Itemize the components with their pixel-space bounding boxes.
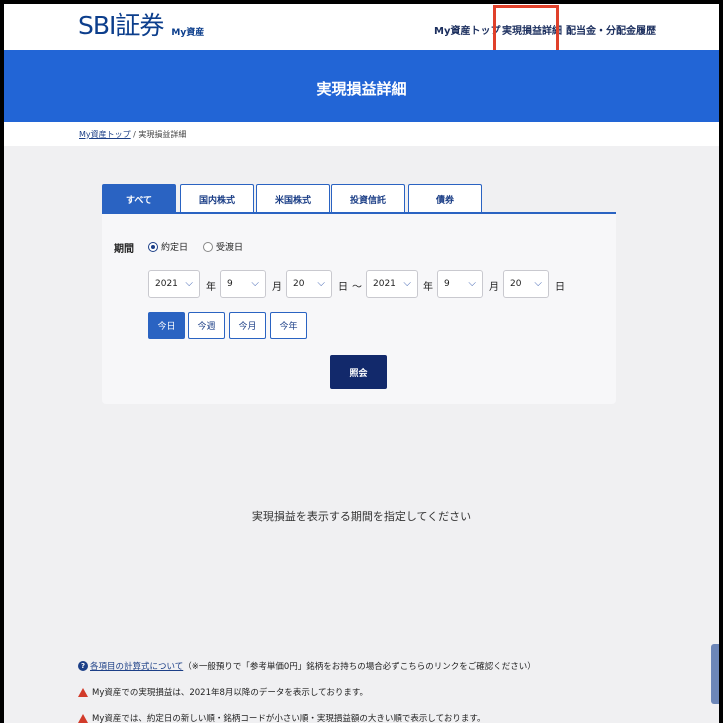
tab-bonds[interactable]: 債券 (408, 184, 482, 214)
from-month-select[interactable]: 9 ⌵ (220, 270, 266, 298)
quick-this-year-button[interactable]: 今年 (270, 312, 307, 339)
chevron-down-icon: ⌵ (317, 278, 325, 289)
page-title: 実現損益詳細 (316, 80, 407, 98)
note-warning-2: My資産では、約定日の新しい順・銘柄コードが小さい順・実現損益額の大きい順で表示… (78, 712, 486, 723)
chevron-down-icon: ⌵ (403, 278, 411, 289)
from-day-value: 20 (293, 279, 305, 289)
from-year-value: 2021 (155, 279, 178, 289)
nav-highlight-box (493, 5, 559, 55)
empty-message: 実現損益を表示する期間を指定してください (251, 510, 472, 523)
tab-domestic-stocks[interactable]: 国内株式 (180, 184, 254, 214)
to-month-value: 9 (444, 279, 450, 289)
quick-this-week-button[interactable]: 今週 (188, 312, 225, 339)
unit-year: 年 (423, 282, 433, 293)
side-widget-tab[interactable] (711, 644, 719, 704)
nav-dividend-history[interactable]: 配当金・分配金履歴 (566, 22, 656, 37)
breadcrumb: My資産トップ / 実現損益詳細 (79, 129, 186, 140)
range-separator: ～ (352, 282, 362, 293)
radio-label: 受渡日 (216, 243, 244, 253)
tab-us-stocks[interactable]: 米国株式 (256, 184, 330, 214)
logo-my-assets: My資産 (171, 28, 205, 38)
calc-note-text: （※一般預りで「参考単価0円」銘柄をお持ちの場合必ずこちらのリンクをご確認くださ… (183, 662, 536, 672)
note-warning-1: My資産での実現損益は、2021年8月以降のデータを表示しております。 (78, 686, 368, 698)
from-year-select[interactable]: 2021 ⌵ (148, 270, 200, 298)
help-icon: ? (78, 661, 88, 671)
header: SBI証券 My資産 My資産トップ 実現損益詳細 配当金・分配金履歴 (4, 4, 719, 55)
breadcrumb-current: 実現損益詳細 (138, 130, 187, 139)
nav-my-assets-top[interactable]: My資産トップ (434, 22, 500, 37)
to-year-select[interactable]: 2021 ⌵ (366, 270, 418, 298)
to-month-select[interactable]: 9 ⌵ (437, 270, 483, 298)
from-day-select[interactable]: 20 ⌵ (286, 270, 332, 298)
title-band: 実現損益詳細 (4, 50, 719, 122)
radio-dot (203, 241, 213, 252)
tab-all[interactable]: すべて (102, 184, 176, 214)
quick-this-month-button[interactable]: 今月 (229, 312, 266, 339)
unit-year: 年 (206, 282, 216, 293)
radio-dot (148, 241, 158, 252)
note-calc: ? 各項目の計算式について （※一般預りで「参考単価0円」銘柄をお持ちの場合必ず… (78, 660, 536, 672)
radio-trade-date[interactable]: 約定日 (148, 240, 188, 253)
period-label: 期間 (114, 244, 134, 255)
chevron-down-icon: ⌵ (468, 278, 476, 289)
tab-investment-trusts[interactable]: 投資信託 (331, 184, 405, 214)
warning-text-1: My資産での実現損益は、2021年8月以降のデータを表示しております。 (92, 688, 369, 698)
breadcrumb-bar: My資産トップ / 実現損益詳細 (4, 122, 719, 146)
calc-formula-link[interactable]: 各項目の計算式について (90, 660, 183, 672)
to-year-value: 2021 (373, 279, 396, 289)
chevron-down-icon: ⌵ (251, 278, 259, 289)
breadcrumb-link-my-assets-top[interactable]: My資産トップ (79, 130, 131, 139)
unit-month: 月 (489, 282, 499, 293)
page: SBI証券 My資産 My資産トップ 実現損益詳細 配当金・分配金履歴 実現損益… (4, 4, 719, 723)
warning-icon (78, 687, 88, 697)
radio-label: 約定日 (161, 243, 189, 253)
chevron-down-icon: ⌵ (534, 278, 542, 289)
radio-settlement-date[interactable]: 受渡日 (203, 240, 243, 253)
quick-today-button[interactable]: 今日 (148, 312, 185, 339)
inquiry-button[interactable]: 照会 (330, 355, 387, 389)
unit-day: 日 (555, 282, 565, 293)
logo-sbi: SBI証券 (78, 11, 164, 40)
chevron-down-icon: ⌵ (185, 278, 193, 289)
unit-month: 月 (272, 282, 282, 293)
warning-icon (78, 713, 88, 723)
filter-panel: 期間 約定日 受渡日 2021 ⌵ 年 9 ⌵ 月 20 ⌵ 日 ～ 2021 (102, 214, 616, 404)
from-month-value: 9 (227, 279, 233, 289)
logo[interactable]: SBI証券 My資産 (78, 12, 204, 40)
to-day-value: 20 (510, 279, 522, 289)
unit-day: 日 (338, 282, 348, 293)
warning-text-2: My資産では、約定日の新しい順・銘柄コードが小さい順・実現損益額の大きい順で表示… (92, 714, 486, 723)
to-day-select[interactable]: 20 ⌵ (503, 270, 549, 298)
